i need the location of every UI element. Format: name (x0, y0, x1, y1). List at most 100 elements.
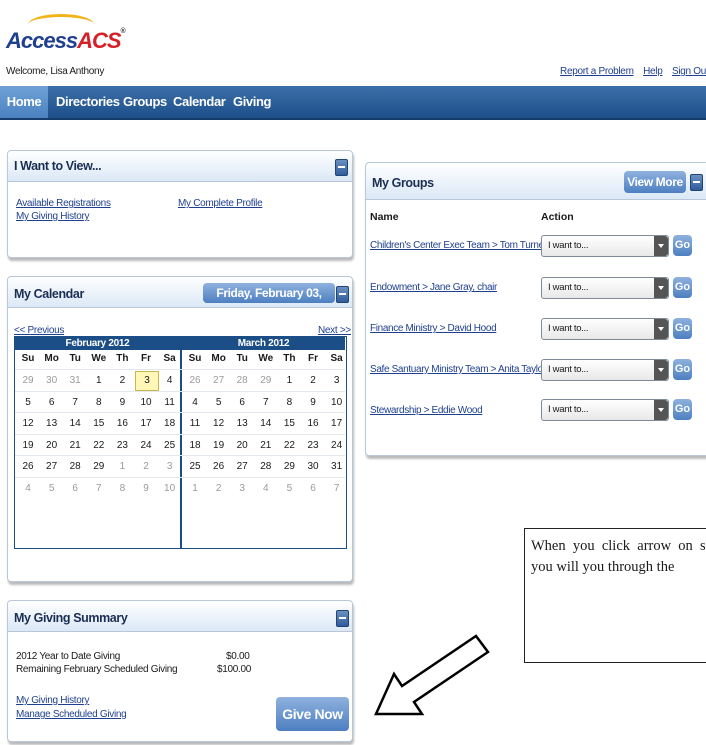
calendar-day[interactable]: 9 (135, 483, 157, 494)
calendar-day[interactable]: 27 (41, 461, 63, 472)
calendar-day[interactable]: 31 (64, 375, 86, 386)
calendar-day[interactable]: 22 (88, 440, 110, 451)
help-link[interactable]: Help (643, 66, 663, 77)
calendar-day[interactable]: 12 (17, 418, 39, 429)
calendar-day[interactable]: 8 (278, 397, 300, 408)
calendar-day[interactable]: 3 (231, 483, 253, 494)
calendar-day[interactable]: 4 (255, 483, 277, 494)
calendar-day[interactable]: 20 (41, 440, 63, 451)
calendar-day[interactable]: 7 (64, 397, 86, 408)
action-select[interactable]: I want to... (541, 318, 669, 340)
calendar-day[interactable]: 13 (231, 418, 253, 429)
calendar-day[interactable]: 5 (17, 397, 39, 408)
calendar-day-today[interactable]: 3 (135, 371, 159, 391)
go-button[interactable]: Go (673, 318, 692, 339)
calendar-day[interactable]: 14 (255, 418, 277, 429)
calendar-day[interactable]: 9 (111, 397, 133, 408)
calendar-day[interactable]: 8 (111, 483, 133, 494)
calendar-day[interactable]: 5 (41, 483, 63, 494)
collapse-icon[interactable] (335, 159, 348, 176)
action-select[interactable]: I want to... (541, 277, 669, 299)
calendar-day[interactable]: 11 (184, 418, 206, 429)
calendar-day[interactable]: 28 (64, 461, 86, 472)
calendar-day[interactable]: 29 (17, 375, 39, 386)
calendar-day[interactable]: 1 (88, 375, 110, 386)
report-problem-link[interactable]: Report a Problem (560, 66, 634, 77)
my-giving-history-link[interactable]: My Giving History (16, 211, 90, 222)
calendar-day[interactable]: 17 (326, 418, 348, 429)
calendar-day[interactable]: 3 (159, 461, 181, 472)
calendar-day[interactable]: 16 (302, 418, 324, 429)
calendar-day[interactable]: 13 (41, 418, 63, 429)
calendar-day[interactable]: 6 (64, 483, 86, 494)
nav-calendar[interactable]: Calendar (173, 86, 226, 118)
calendar-day[interactable]: 3 (326, 375, 348, 386)
calendar-day[interactable]: 29 (278, 461, 300, 472)
go-button[interactable]: Go (673, 277, 692, 298)
calendar-day[interactable]: 2 (111, 375, 133, 386)
calendar-day[interactable]: 19 (17, 440, 39, 451)
calendar-day[interactable]: 24 (326, 440, 348, 451)
calendar-day[interactable]: 26 (17, 461, 39, 472)
calendar-day[interactable]: 27 (231, 461, 253, 472)
calendar-day[interactable]: 10 (135, 397, 157, 408)
calendar-day[interactable]: 19 (208, 440, 230, 451)
view-more-button[interactable]: View More (624, 171, 686, 193)
calendar-day[interactable]: 2 (208, 483, 230, 494)
calendar-day[interactable]: 1 (111, 461, 133, 472)
calendar-day[interactable]: 15 (88, 418, 110, 429)
calendar-day[interactable]: 23 (302, 440, 324, 451)
calendar-day[interactable]: 10 (159, 483, 181, 494)
available-registrations-link[interactable]: Available Registrations (16, 198, 111, 209)
sign-out-link[interactable]: Sign Ou (672, 66, 706, 77)
current-date-button[interactable]: Friday, February 03, 2012 (203, 283, 335, 320)
calendar-day[interactable]: 4 (159, 375, 181, 386)
calendar-day[interactable]: 2 (302, 375, 324, 386)
calendar-day[interactable]: 5 (278, 483, 300, 494)
group-link[interactable]: Stewardship > Eddie Wood (370, 405, 483, 416)
calendar-day[interactable]: 8 (88, 397, 110, 408)
nav-directories[interactable]: Directories (56, 86, 120, 118)
my-complete-profile-link[interactable]: My Complete Profile (178, 198, 263, 209)
nav-home[interactable]: Home (0, 86, 48, 118)
calendar-day[interactable]: 11 (159, 397, 181, 408)
group-link[interactable]: Finance Ministry > David Hood (370, 323, 497, 334)
calendar-day[interactable]: 4 (17, 483, 39, 494)
calendar-day[interactable]: 17 (135, 418, 157, 429)
previous-month-link[interactable]: << Previous (14, 325, 64, 336)
calendar-day[interactable]: 6 (302, 483, 324, 494)
calendar-day[interactable]: 14 (64, 418, 86, 429)
calendar-day[interactable]: 5 (208, 397, 230, 408)
calendar-day[interactable]: 24 (135, 440, 157, 451)
action-select[interactable]: I want to... (541, 399, 669, 421)
calendar-day[interactable]: 10 (326, 397, 348, 408)
calendar-day[interactable]: 18 (184, 440, 206, 451)
calendar-day[interactable]: 25 (159, 440, 181, 451)
calendar-day[interactable]: 22 (278, 440, 300, 451)
calendar-day[interactable]: 30 (41, 375, 63, 386)
go-button[interactable]: Go (673, 359, 692, 380)
calendar-day[interactable]: 31 (326, 461, 348, 472)
calendar-day[interactable]: 12 (208, 418, 230, 429)
give-now-button[interactable]: Give Now (276, 697, 349, 731)
calendar-day[interactable]: 29 (255, 375, 277, 386)
calendar-day[interactable]: 1 (184, 483, 206, 494)
calendar-day[interactable]: 27 (208, 375, 230, 386)
collapse-icon[interactable] (690, 174, 703, 191)
giving-history-link[interactable]: My Giving History (16, 695, 90, 706)
calendar-day[interactable]: 6 (41, 397, 63, 408)
group-link[interactable]: Safe Santuary Ministry Team > Anita Tayl… (370, 364, 546, 375)
calendar-day[interactable]: 9 (302, 397, 324, 408)
action-select[interactable]: I want to... (541, 359, 669, 381)
manage-scheduled-giving-link[interactable]: Manage Scheduled Giving (16, 709, 127, 720)
calendar-day[interactable]: 30 (302, 461, 324, 472)
calendar-day[interactable]: 20 (231, 440, 253, 451)
calendar-day[interactable]: 21 (255, 440, 277, 451)
collapse-icon[interactable] (336, 610, 349, 627)
nav-groups[interactable]: Groups (123, 86, 167, 118)
action-select[interactable]: I want to... (541, 235, 669, 257)
next-month-link[interactable]: Next >> (318, 325, 351, 336)
calendar-day[interactable]: 1 (278, 375, 300, 386)
calendar-day[interactable]: 2 (135, 461, 157, 472)
nav-giving[interactable]: Giving (233, 86, 271, 118)
